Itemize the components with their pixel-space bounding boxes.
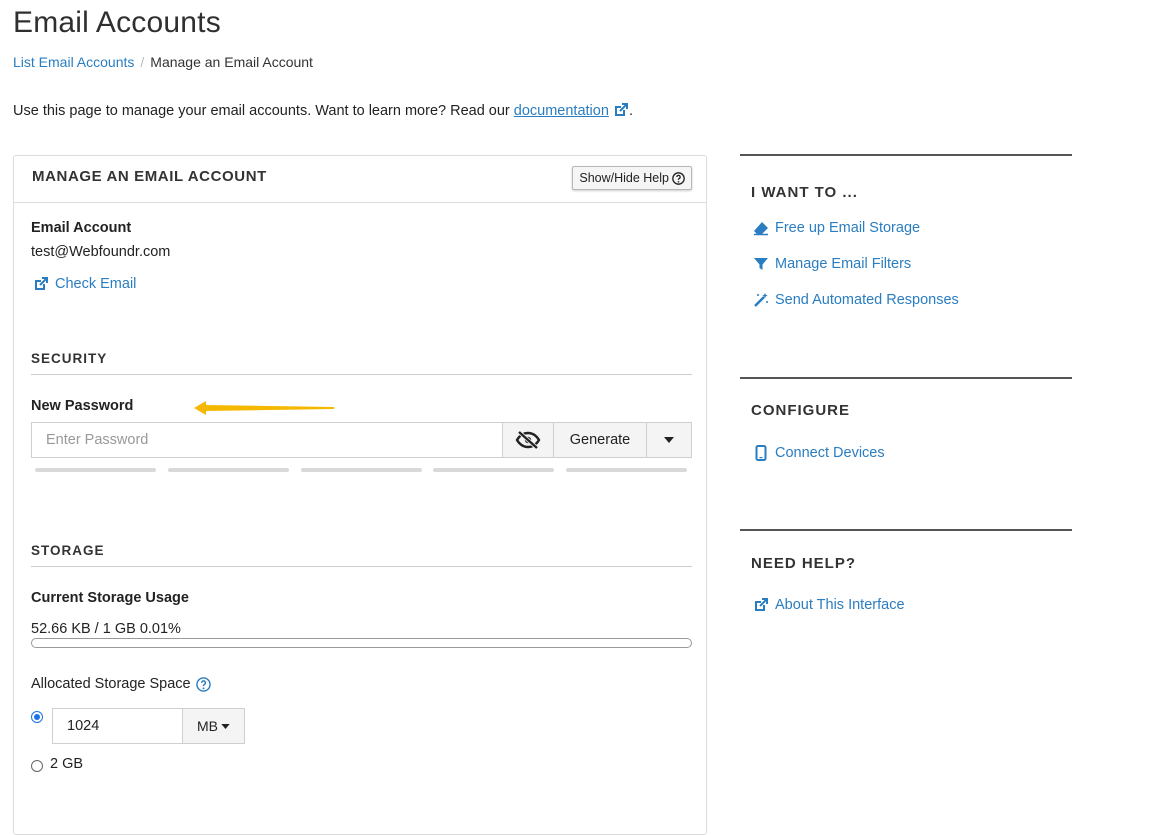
free-up-storage-label: Free up Email Storage [775, 220, 920, 236]
breadcrumb: List Email Accounts / Manage an Email Acco… [13, 54, 313, 70]
allocated-storage-label: Allocated Storage Space [31, 676, 191, 692]
configure-heading: CONFIGURE [751, 402, 850, 419]
breadcrumb-current: Manage an Email Account [150, 54, 313, 70]
caret-down-icon [664, 437, 674, 443]
send-automated-responses-link[interactable]: Send Automated Responses [753, 292, 959, 308]
password-row: Enter Password Generate [31, 422, 692, 458]
strength-segment [301, 468, 422, 472]
generate-options-dropdown[interactable] [647, 422, 692, 458]
strength-segment [433, 468, 554, 472]
generate-password-button[interactable]: Generate [554, 422, 647, 458]
intro-sentence: Use this page to manage your email accou… [13, 103, 514, 119]
show-hide-help-button[interactable]: Show/Hide Help [572, 166, 692, 190]
i-want-to-heading: I WANT TO ... [751, 184, 858, 201]
eye-slash-icon [515, 430, 541, 450]
documentation-link[interactable]: documentation [514, 103, 609, 119]
toggle-password-visibility-button[interactable] [502, 422, 554, 458]
2gb-radio[interactable] [31, 760, 43, 772]
need-help-section: NEED HELP? About This Interface [740, 529, 1072, 651]
panel-title: MANAGE AN EMAIL ACCOUNT [32, 168, 267, 185]
external-link-icon [753, 597, 769, 613]
about-this-interface-label: About This Interface [775, 597, 905, 613]
check-email-label: Check Email [55, 276, 136, 292]
external-link-icon [33, 276, 49, 292]
question-circle-icon[interactable] [196, 677, 211, 692]
need-help-heading: NEED HELP? [751, 555, 856, 572]
quota-input[interactable]: 1024 [52, 708, 182, 744]
custom-quota-radio[interactable] [31, 711, 43, 723]
manage-email-account-panel: MANAGE AN EMAIL ACCOUNT Show/Hide Help E… [13, 155, 707, 835]
check-email-link[interactable]: Check Email [33, 276, 136, 292]
caret-down-icon [221, 724, 230, 729]
strength-segment [168, 468, 289, 472]
2gb-option-label: 2 GB [50, 756, 83, 772]
panel-header: MANAGE AN EMAIL ACCOUNT Show/Hide Help [14, 156, 706, 203]
question-circle-icon [672, 172, 685, 185]
eraser-icon [753, 220, 769, 236]
allocated-storage-row: Allocated Storage Space [31, 676, 211, 692]
strength-segment [566, 468, 687, 472]
configure-section: CONFIGURE Connect Devices [740, 377, 1072, 509]
about-this-interface-link[interactable]: About This Interface [753, 597, 905, 613]
new-password-label: New Password [31, 398, 133, 414]
breadcrumb-separator: / [140, 54, 144, 70]
i-want-to-section: I WANT TO ... Free up Email Storage Mana… [740, 154, 1072, 356]
password-strength-meter [35, 468, 687, 472]
help-button-label: Show/Hide Help [579, 171, 669, 185]
free-up-storage-link[interactable]: Free up Email Storage [753, 220, 920, 236]
email-account-value: test@Webfoundr.com [31, 244, 170, 260]
connect-devices-label: Connect Devices [775, 445, 885, 461]
storage-usage-value: 52.66 KB / 1 GB 0.01% [31, 621, 181, 637]
intro-period: . [629, 103, 633, 119]
page-title: Email Accounts [13, 6, 221, 40]
security-heading: SECURITY [31, 351, 692, 375]
storage-usage-bar [31, 638, 692, 648]
quota-unit-label: MB [197, 718, 218, 734]
storage-heading: STORAGE [31, 543, 692, 567]
quota-input-group: 1024 MB [52, 708, 245, 744]
send-automated-responses-label: Send Automated Responses [775, 292, 959, 308]
annotation-arrow-icon [194, 400, 344, 416]
manage-email-filters-link[interactable]: Manage Email Filters [753, 256, 911, 272]
strength-segment [35, 468, 156, 472]
connect-devices-link[interactable]: Connect Devices [753, 445, 885, 461]
filter-icon [753, 256, 769, 272]
magic-wand-icon [753, 292, 769, 308]
password-input[interactable]: Enter Password [31, 422, 502, 458]
quota-unit-dropdown[interactable]: MB [182, 708, 245, 744]
email-account-label: Email Account [31, 220, 131, 236]
intro-text: Use this page to manage your email accou… [13, 102, 633, 119]
manage-email-filters-label: Manage Email Filters [775, 256, 911, 272]
external-link-icon[interactable] [613, 102, 629, 118]
current-storage-usage-label: Current Storage Usage [31, 590, 189, 606]
mobile-icon [753, 445, 769, 461]
breadcrumb-list-email-accounts-link[interactable]: List Email Accounts [13, 54, 134, 70]
